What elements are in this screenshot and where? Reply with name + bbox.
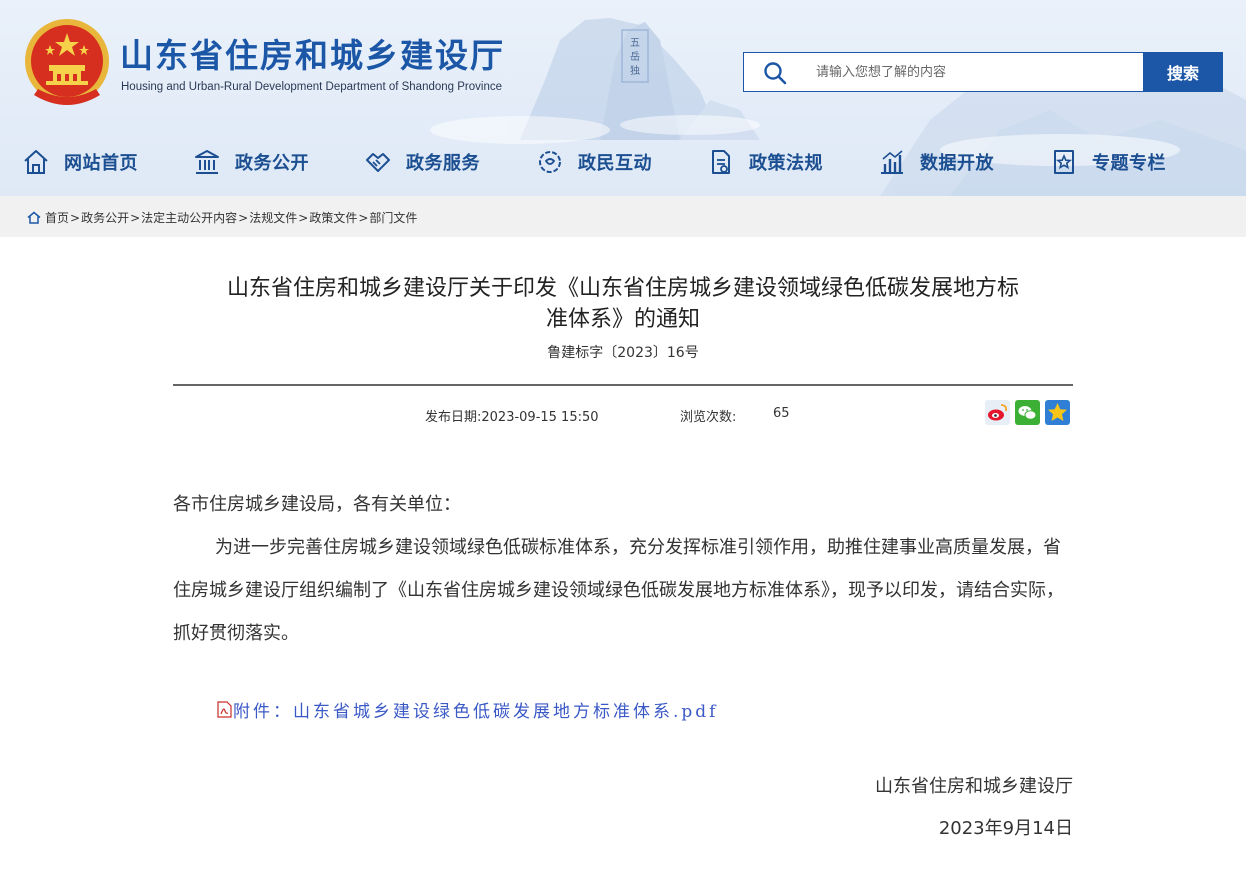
site-subtitle: Housing and Urban-Rural Development Depa… [121, 81, 502, 93]
body-paragraph: 为进一步完善住房城乡建设领域绿色低碳标准体系，充分发挥标准引领作用，助推住建事业… [173, 537, 1064, 644]
breadcrumb-separator: > [70, 210, 81, 225]
building-icon [195, 150, 219, 174]
breadcrumb: 首页 > 政务公开 > 法定主动公开内容 > 法规文件 > 政策文件 > 部门文件 [27, 209, 417, 226]
views-label: 浏览次数: [680, 410, 737, 425]
nav-label: 政务服务 [406, 153, 480, 174]
nav-label: 政民互动 [578, 153, 652, 174]
home-icon [24, 150, 48, 174]
views-count: 65 [773, 406, 790, 421]
nav-label: 网站首页 [64, 153, 138, 174]
article-title-line1: 山东省住房和城乡建设厅关于印发《山东省住房城乡建设领域绿色低碳发展地方标 [226, 276, 1019, 301]
breadcrumb-separator: > [238, 210, 249, 225]
svg-text:岳: 岳 [630, 51, 640, 63]
breadcrumb-link-home[interactable]: 首页 [45, 209, 69, 226]
nav-item-gov-services[interactable]: 政务服务 [364, 142, 480, 182]
home-icon [27, 211, 41, 224]
svg-text:五: 五 [630, 38, 640, 49]
signature-date: 2023年9月14日 [938, 818, 1073, 839]
nav-item-home[interactable]: 网站首页 [22, 142, 138, 182]
title-divider [173, 384, 1073, 386]
bar-chart-icon [881, 150, 903, 174]
breadcrumb-separator: > [358, 210, 369, 225]
nav-label: 数据开放 [920, 153, 994, 174]
search-button[interactable]: 搜索 [1143, 52, 1223, 92]
nav-item-special-topics[interactable]: 专题专栏 [1050, 142, 1166, 182]
weibo-icon[interactable] [985, 400, 1010, 425]
breadcrumb-link-statutory[interactable]: 法定主动公开内容 [141, 209, 237, 226]
breadcrumb-link-gov-affairs[interactable]: 政务公开 [81, 209, 129, 226]
star-document-icon [1054, 150, 1074, 174]
document-icon [712, 150, 730, 174]
signature-organization: 山东省住房和城乡建设厅 [875, 776, 1073, 797]
handshake-icon [366, 153, 390, 172]
main-nav: 网站首页 政务公开 政务服务 政民互动 政策法规 数据开放 专题专栏 [0, 142, 1246, 182]
attachment-link[interactable]: 附件：山东省城乡建设绿色低碳发展地方标准体系.pdf [217, 697, 718, 722]
search-icon [764, 62, 787, 85]
site-title: 山东省住房和城乡建设厅 [120, 36, 505, 75]
article-title: 山东省住房和城乡建设厅关于印发《山东省住房城乡建设领域绿色低碳发展地方标 准体系… [173, 273, 1073, 335]
qzone-icon[interactable] [1045, 400, 1070, 425]
search-input[interactable] [816, 61, 1136, 83]
salutation: 各市住房城乡建设局，各有关单位： [173, 494, 461, 515]
site-header: 五 岳 独 山东省住房和城乡建设厅 Housing and Urban-Rura… [0, 0, 1246, 196]
nav-item-open-data[interactable]: 数据开放 [878, 142, 994, 182]
nav-label: 政策法规 [749, 153, 823, 174]
breadcrumb-bar: 首页 > 政务公开 > 法定主动公开内容 > 法规文件 > 政策文件 > 部门文件 [0, 196, 1246, 237]
nav-item-policy[interactable]: 政策法规 [707, 142, 823, 182]
nav-item-gov-affairs[interactable]: 政务公开 [193, 142, 309, 182]
nav-label: 政务公开 [235, 153, 309, 174]
breadcrumb-link-regulations[interactable]: 法规文件 [249, 209, 297, 226]
interaction-icon [539, 151, 561, 173]
attachment-label: 附件：山东省城乡建设绿色低碳发展地方标准体系.pdf [233, 702, 719, 722]
wechat-icon[interactable] [1015, 400, 1040, 425]
svg-text:独: 独 [630, 64, 640, 77]
document-number: 鲁建标字〔2023〕16号 [547, 345, 699, 361]
search-box: 搜索 [743, 52, 1223, 92]
nav-label: 专题专栏 [1092, 153, 1166, 174]
national-emblem-icon [25, 19, 109, 105]
article-title-line2: 准体系》的通知 [545, 307, 700, 332]
breadcrumb-link-dept[interactable]: 部门文件 [369, 209, 417, 226]
pdf-icon [217, 701, 232, 718]
nav-item-interaction[interactable]: 政民互动 [536, 142, 652, 182]
breadcrumb-separator: > [130, 210, 141, 225]
publish-date: 发布日期:2023-09-15 15:50 [425, 410, 599, 425]
breadcrumb-link-policy[interactable]: 政策文件 [309, 209, 357, 226]
breadcrumb-separator: > [298, 210, 309, 225]
